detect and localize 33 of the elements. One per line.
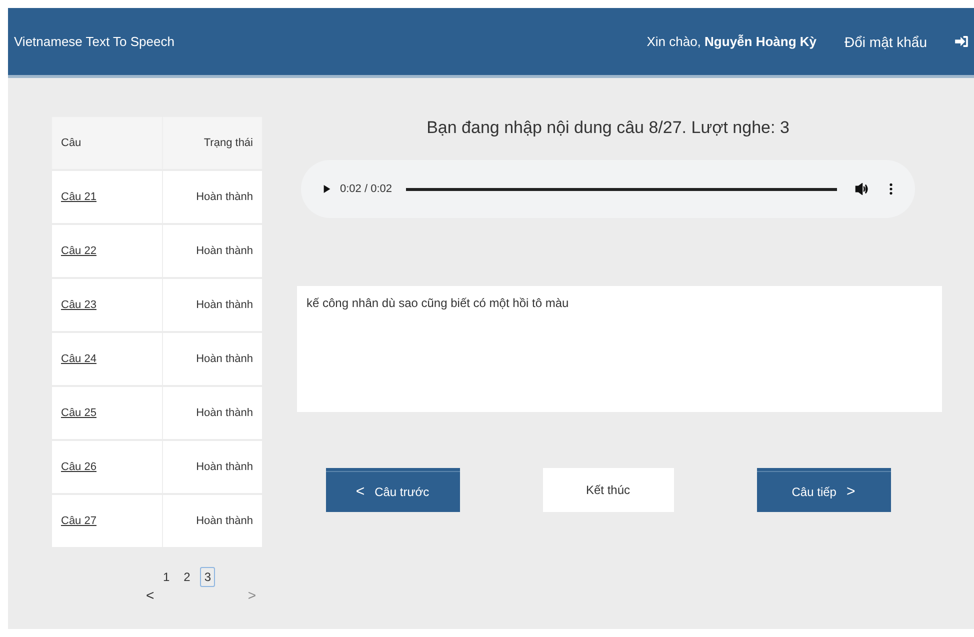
column-header: Trạng thái xyxy=(162,117,262,169)
previous-page-link[interactable]: < xyxy=(146,587,154,603)
column-header: Câu xyxy=(60,137,82,149)
sentence-link[interactable]: Câu 21 xyxy=(61,191,96,203)
sentence-link[interactable]: Câu 25 xyxy=(61,407,96,419)
sentence-link[interactable]: Câu 27 xyxy=(61,515,96,527)
status-cell: Hoàn thành xyxy=(162,225,262,277)
play-icon[interactable] xyxy=(323,184,331,194)
status-cell: Hoàn thành xyxy=(162,333,262,385)
greeting-text: Xin chào, Nguyễn Hoàng Kỳ xyxy=(646,34,817,49)
status-cell: Hoàn thành xyxy=(162,441,262,493)
page-link[interactable]: 2 xyxy=(180,567,194,587)
sentence-link[interactable]: Câu 22 xyxy=(61,245,96,257)
next-button[interactable]: Câu tiếp > xyxy=(756,468,890,512)
previous-button[interactable]: < Câu trước xyxy=(326,468,460,512)
sentence-link[interactable]: Câu 26 xyxy=(61,461,96,473)
more-options-icon[interactable] xyxy=(889,183,893,195)
status-cell: Hoàn thành xyxy=(162,495,262,547)
volume-icon[interactable] xyxy=(855,183,869,195)
logout-icon[interactable] xyxy=(955,36,968,47)
audio-time: 0:02 / 0:02 xyxy=(340,183,392,195)
app-title[interactable]: Vietnamese Text To Speech xyxy=(14,34,174,49)
sentence-link[interactable]: Câu 24 xyxy=(61,353,96,365)
status-cell: Hoàn thành xyxy=(162,279,262,331)
sentence-link[interactable]: Câu 23 xyxy=(61,299,96,311)
status-cell: Hoàn thành xyxy=(162,171,262,223)
page-link[interactable]: 3 xyxy=(200,567,216,587)
page-link[interactable]: 1 xyxy=(158,567,174,587)
progress-heading: Bạn đang nhập nội dung câu 8/27. Lượt nghe: 3 xyxy=(426,118,790,138)
change-password-link[interactable]: Đổi mật khẩu xyxy=(844,34,927,50)
answer-field[interactable]: kế công nhân dù sao cũng biết có một hồi tô màu xyxy=(296,286,942,412)
status-cell: Hoàn thành xyxy=(162,387,262,439)
finish-button[interactable]: Kết thúc xyxy=(542,468,674,512)
